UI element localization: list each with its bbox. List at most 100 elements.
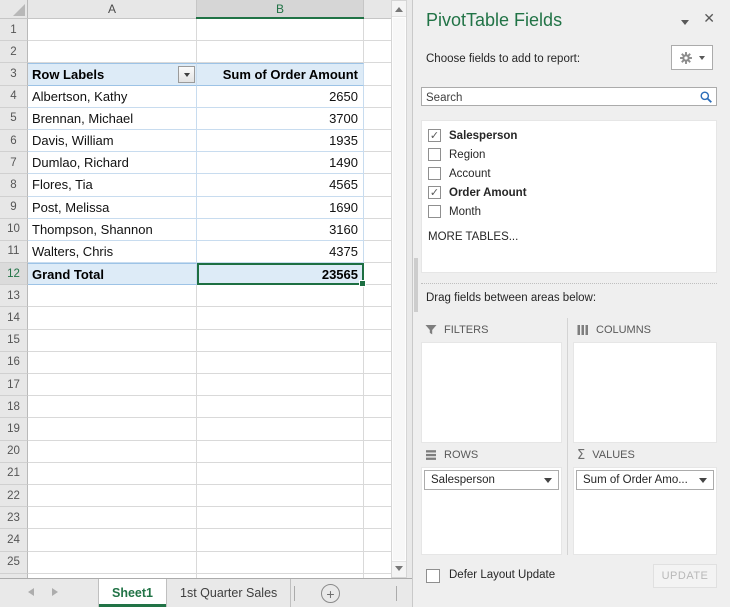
row-header-23[interactable]: 23 [0, 507, 28, 529]
cell-A7[interactable]: Dumlao, Richard [28, 152, 197, 174]
cell-B9[interactable]: 1690 [197, 197, 364, 219]
selected-cell-B12[interactable]: 23565 [197, 263, 364, 285]
row-header-21[interactable]: 21 [0, 463, 28, 485]
cell-C5[interactable] [364, 108, 391, 130]
field-checkbox[interactable] [428, 148, 441, 161]
cell-B1[interactable] [197, 19, 364, 41]
cell-C2[interactable] [364, 41, 391, 63]
row-header-18[interactable]: 18 [0, 396, 28, 418]
cell-C1[interactable] [364, 19, 391, 41]
cell-C18[interactable] [364, 396, 391, 418]
row-header-24[interactable]: 24 [0, 529, 28, 551]
tab-nav-left-icon[interactable] [24, 588, 34, 596]
add-sheet-button[interactable]: + [321, 584, 340, 603]
vertical-scrollbar[interactable] [391, 0, 407, 578]
search-input[interactable] [422, 90, 716, 107]
cell-A24[interactable] [28, 529, 197, 551]
cell-C25[interactable] [364, 552, 391, 574]
row-header-17[interactable]: 17 [0, 374, 28, 396]
cell-C6[interactable] [364, 130, 391, 152]
cell-A3[interactable]: Row Labels [28, 63, 197, 85]
field-item-salesperson[interactable]: ✓Salesperson [422, 126, 716, 145]
cell-C13[interactable] [364, 285, 391, 307]
cell-C15[interactable] [364, 330, 391, 352]
cell-B17[interactable] [197, 374, 364, 396]
cell-B19[interactable] [197, 418, 364, 440]
cell-A10[interactable]: Thompson, Shannon [28, 219, 197, 241]
defer-layout-checkbox[interactable] [426, 569, 440, 583]
row-header-1[interactable]: 1 [0, 19, 28, 41]
values-box[interactable]: Sum of Order Amo... [573, 467, 717, 555]
cell-B7[interactable]: 1490 [197, 152, 364, 174]
row-header-15[interactable]: 15 [0, 330, 28, 352]
row-header-3[interactable]: 3 [0, 63, 28, 85]
cell-A19[interactable] [28, 418, 197, 440]
field-pill-rows[interactable]: Salesperson [424, 470, 559, 490]
columns-box[interactable] [573, 342, 717, 443]
update-button[interactable]: UPDATE [653, 564, 717, 588]
cell-C24[interactable] [364, 529, 391, 551]
cell-B10[interactable]: 3160 [197, 219, 364, 241]
row-header-16[interactable]: 16 [0, 352, 28, 374]
scroll-up-button[interactable] [392, 1, 406, 17]
cell-B13[interactable] [197, 285, 364, 307]
cell-B18[interactable] [197, 396, 364, 418]
cell-A16[interactable] [28, 352, 197, 374]
cell-B23[interactable] [197, 507, 364, 529]
cell-A25[interactable] [28, 552, 197, 574]
cell-A23[interactable] [28, 507, 197, 529]
cell-C12[interactable] [364, 263, 391, 285]
cell-A9[interactable]: Post, Melissa [28, 197, 197, 219]
field-item-order-amount[interactable]: ✓Order Amount [422, 183, 716, 202]
pane-close-icon[interactable]: ✕ [703, 12, 715, 26]
field-checkbox[interactable] [428, 167, 441, 180]
cell-B3[interactable]: Sum of Order Amount [197, 63, 364, 85]
rows-box[interactable]: Salesperson [421, 467, 562, 555]
cell-C7[interactable] [364, 152, 391, 174]
field-item-month[interactable]: Month [422, 202, 716, 221]
cell-A15[interactable] [28, 330, 197, 352]
cell-C22[interactable] [364, 485, 391, 507]
tools-button[interactable] [671, 45, 713, 70]
column-header-b[interactable]: B [197, 0, 364, 18]
cell-B11[interactable]: 4375 [197, 241, 364, 263]
cell-A8[interactable]: Flores, Tia [28, 174, 197, 196]
field-checkbox[interactable] [428, 205, 441, 218]
row-header-4[interactable]: 4 [0, 86, 28, 108]
column-header-c[interactable] [364, 0, 391, 18]
row-header-8[interactable]: 8 [0, 174, 28, 196]
cell-A1[interactable] [28, 19, 197, 41]
pane-scrollbar-thumb[interactable] [414, 258, 418, 312]
filter-dropdown-button[interactable] [178, 66, 195, 83]
cell-A6[interactable]: Davis, William [28, 130, 197, 152]
filters-box[interactable] [421, 342, 562, 443]
select-all-corner[interactable] [0, 0, 28, 18]
field-checkbox[interactable]: ✓ [428, 186, 441, 199]
cell-A21[interactable] [28, 463, 197, 485]
cell-A20[interactable] [28, 441, 197, 463]
cell-C16[interactable] [364, 352, 391, 374]
sheet-tab-sheet1[interactable]: Sheet1 [98, 579, 167, 607]
cell-A11[interactable]: Walters, Chris [28, 241, 197, 263]
cell-C9[interactable] [364, 197, 391, 219]
cell-C14[interactable] [364, 307, 391, 329]
cell-C23[interactable] [364, 507, 391, 529]
cell-A5[interactable]: Brennan, Michael [28, 108, 197, 130]
row-header-22[interactable]: 22 [0, 485, 28, 507]
cell-B14[interactable] [197, 307, 364, 329]
field-item-region[interactable]: Region [422, 145, 716, 164]
row-header-14[interactable]: 14 [0, 307, 28, 329]
row-header-13[interactable]: 13 [0, 285, 28, 307]
cell-B8[interactable]: 4565 [197, 174, 364, 196]
field-checkbox[interactable]: ✓ [428, 129, 441, 142]
column-header-a[interactable]: A [28, 0, 197, 18]
vertical-scrollbar-thumb[interactable] [393, 18, 405, 560]
cell-A14[interactable] [28, 307, 197, 329]
row-header-2[interactable]: 2 [0, 41, 28, 63]
cell-C21[interactable] [364, 463, 391, 485]
cell-A13[interactable] [28, 285, 197, 307]
more-tables-link[interactable]: MORE TABLES... [422, 231, 716, 243]
row-header-11[interactable]: 11 [0, 241, 28, 263]
cell-B25[interactable] [197, 552, 364, 574]
row-header-10[interactable]: 10 [0, 219, 28, 241]
